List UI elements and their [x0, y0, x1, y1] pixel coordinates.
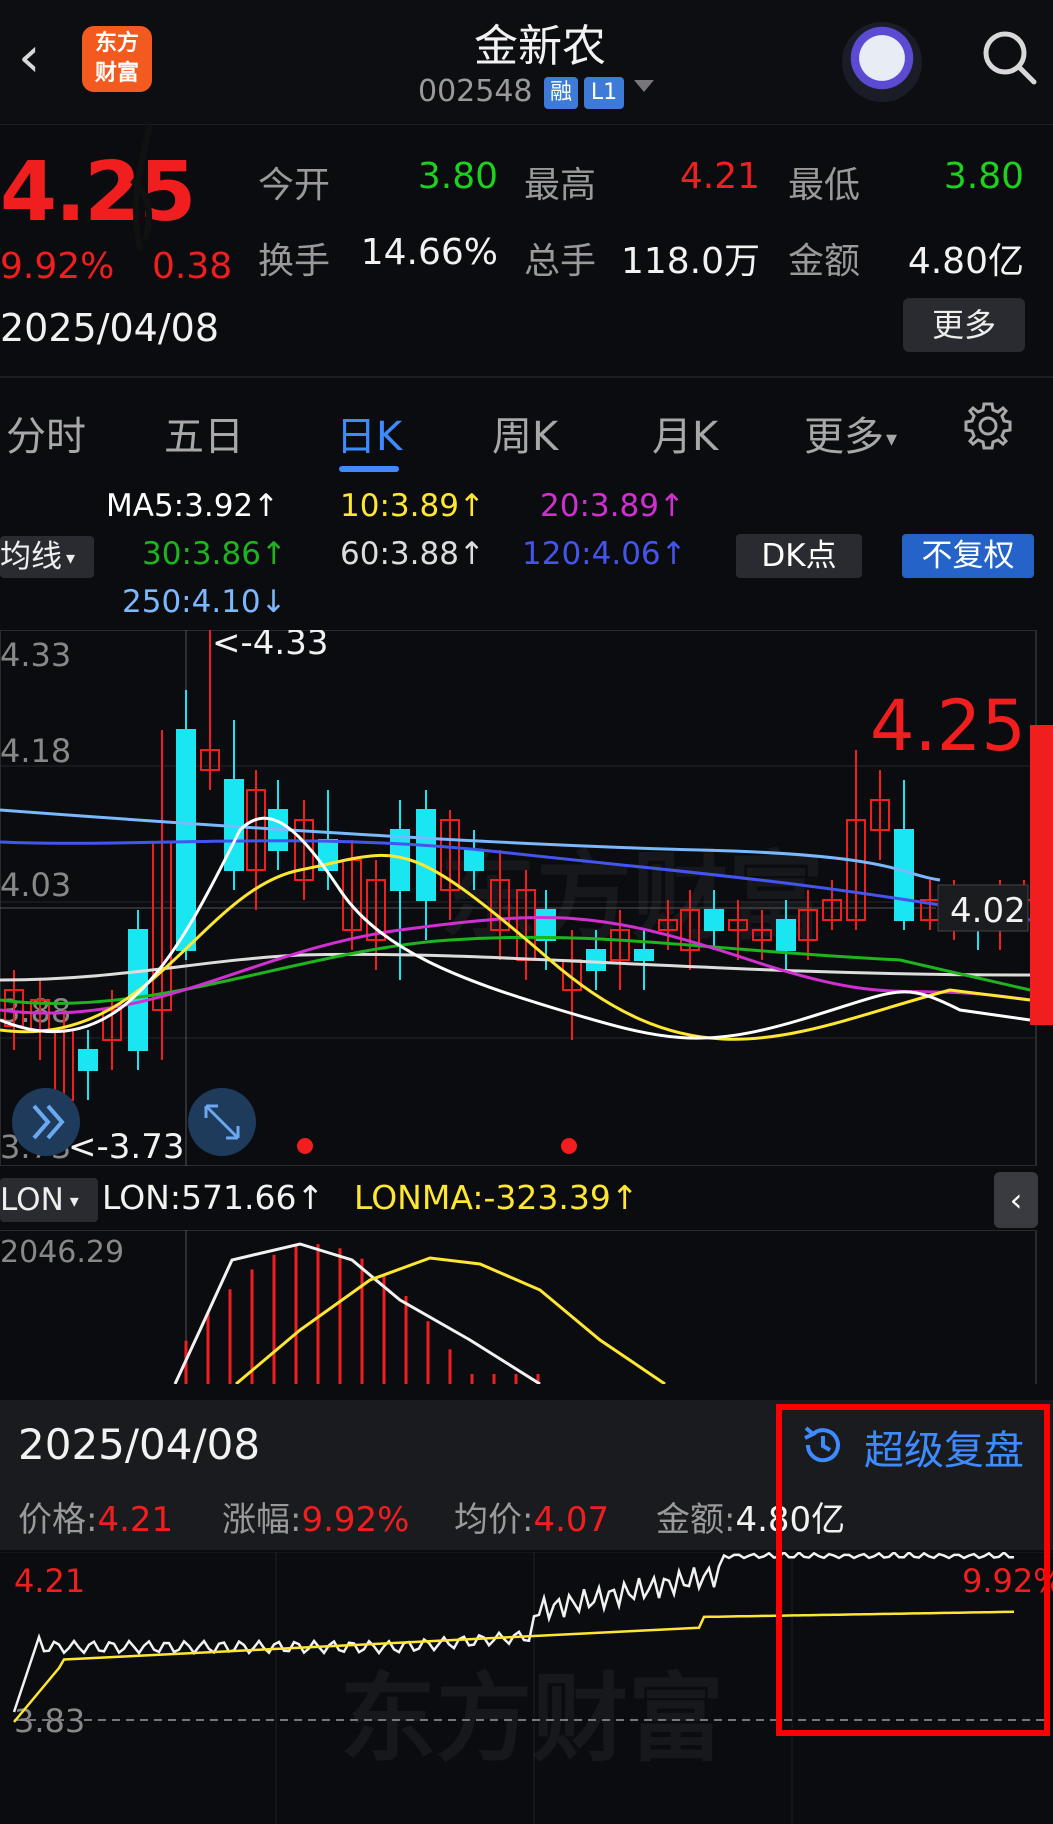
low-label: 最低 [788, 165, 861, 206]
dk-buy-dot [561, 1138, 577, 1154]
divider [0, 376, 1053, 378]
candle-body [776, 919, 796, 951]
handwritten-mark [130, 124, 153, 251]
level-badge: L1 [584, 77, 624, 109]
ma30-value: 30:3.86↑ [142, 536, 287, 572]
ma60-value: 60:3.88↑ [340, 536, 485, 572]
review-change: 涨幅:9.92% [222, 1492, 409, 1541]
review-change-label: 涨幅: [222, 1500, 302, 1540]
quote-date: 2025/04/08 [0, 306, 220, 350]
kline-chart[interactable]: 东方财富 4.33 4.18 4.03 3.88 3.73 <-4.33 <-3… [0, 630, 1053, 1166]
gear-icon[interactable] [962, 400, 1014, 452]
lon-chart: 2046.29 [0, 1230, 1037, 1384]
turnover-label: 换手 [258, 241, 331, 282]
last-price-label: 4.25 [870, 685, 1026, 767]
chevron-down-icon: ▾ [66, 547, 76, 569]
dk-point-button[interactable]: DK点 [736, 534, 862, 578]
tab-intraday[interactable]: 分时 [6, 404, 86, 462]
candle-body [78, 1049, 98, 1071]
ma5-value: MA5:3.92↑ [106, 488, 280, 524]
high-label: 最高 [524, 165, 597, 206]
back-icon[interactable]: ‹ [18, 28, 68, 88]
expand-icon[interactable] [188, 1088, 256, 1156]
chevron-down-icon: ▾ [69, 1190, 79, 1212]
candle-body [464, 849, 484, 871]
ma10-value: 10:3.89↑ [340, 488, 485, 524]
adjust-mode-button[interactable]: 不复权 [902, 534, 1034, 578]
candle-body [704, 909, 724, 931]
amount-value: 4.80亿 [907, 241, 1024, 282]
ma-selector[interactable]: 均线 ▾ [0, 536, 94, 578]
review-price-label: 价格: [18, 1500, 98, 1540]
chevron-down-icon[interactable] [634, 80, 654, 92]
fast-forward-icon[interactable] [12, 1088, 80, 1156]
min-marker: <-3.73 [68, 1127, 184, 1166]
y-label: 4.18 [0, 732, 71, 770]
tab-five-day[interactable]: 五日 [164, 404, 244, 462]
review-avg: 均价:4.07 [454, 1492, 609, 1541]
indicator-selector[interactable]: LON ▾ [0, 1178, 98, 1222]
tab-week-k[interactable]: 周K [492, 404, 558, 462]
logo-line-2: 财富 [94, 61, 139, 86]
candle-body [416, 809, 436, 901]
open-label: 今开 [258, 165, 331, 206]
candle-body [176, 729, 196, 951]
review-amount-label: 金额: [656, 1500, 736, 1540]
more-quote-button[interactable]: 更多 [903, 298, 1025, 352]
tab-more-label: 更多 [804, 414, 884, 460]
chevron-left-icon[interactable]: ‹ [994, 1172, 1038, 1228]
tab-month-k[interactable]: 月K [652, 404, 718, 462]
lonma-value: LONMA:-323.39↑ [354, 1178, 639, 1217]
change-percent: 9.92% [0, 246, 115, 287]
turnover-value: 14.66% [360, 232, 498, 273]
stock-name: 金新农 [474, 21, 606, 72]
low-value: 3.80 [943, 156, 1024, 197]
review-price-value: 4.21 [97, 1500, 174, 1540]
y-label: 4.03 [0, 866, 71, 904]
indicator-selector-label: LON [0, 1182, 64, 1218]
candle-body [894, 829, 914, 921]
eastmoney-logo: 东方 财富 [82, 26, 152, 92]
tab-day-k[interactable]: 日K [336, 404, 402, 462]
logo-line-1: 东方 [94, 31, 139, 56]
amount-label: 金额 [788, 241, 861, 282]
crosshair-price: 4.02 [950, 891, 1026, 931]
y-label: 4.33 [0, 636, 71, 674]
lon-top-label: 2046.29 [0, 1235, 124, 1270]
max-marker: <-4.33 [212, 630, 328, 663]
search-icon[interactable] [980, 28, 1038, 86]
highlight-box [776, 1404, 1050, 1736]
candle-body [536, 909, 556, 941]
candle-body [634, 949, 654, 961]
ma20-value: 20:3.89↑ [540, 488, 685, 524]
review-change-value: 9.92% [301, 1500, 410, 1540]
review-date: 2025/04/08 [18, 1420, 261, 1469]
volume-value: 118.0万 [620, 241, 760, 282]
stock-code[interactable]: 002548 [418, 74, 533, 109]
ma-selector-label: 均线 [0, 539, 62, 575]
chevron-down-icon: ▾ [886, 426, 898, 452]
high-value: 4.21 [679, 156, 760, 197]
ma120-value: 120:4.06↑ [522, 536, 687, 572]
lon-value: LON:571.66↑ [102, 1178, 325, 1217]
review-price: 价格:4.21 [18, 1492, 173, 1541]
margin-badge: 融 [544, 77, 578, 109]
open-value: 3.80 [417, 156, 498, 197]
robot-assistant-avatar[interactable] [842, 22, 922, 102]
review-avg-label: 均价: [454, 1500, 534, 1540]
volume-label: 总手 [524, 241, 597, 282]
price-bar [1030, 725, 1053, 1025]
dk-buy-dot [297, 1138, 313, 1154]
intraday-high-label: 4.21 [14, 1562, 85, 1600]
watermark: 东方财富 [440, 841, 824, 953]
change-amount: 0.38 [152, 246, 233, 287]
ma250-value: 250:4.10↓ [122, 584, 287, 620]
tab-more[interactable]: 更多▾ [804, 404, 897, 462]
active-tab-indicator [339, 466, 399, 472]
candle-body [586, 949, 606, 971]
review-avg-value: 4.07 [533, 1500, 610, 1540]
